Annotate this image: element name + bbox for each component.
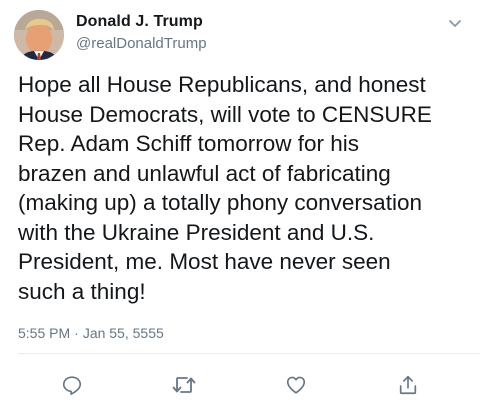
tweet-card: Donald J. Trump @realDonaldTrump Hope al…: [0, 0, 480, 410]
profile-photo-icon: [14, 10, 64, 60]
retweet-button[interactable]: [171, 372, 197, 398]
author-handle[interactable]: @realDonaldTrump: [76, 36, 207, 51]
tweet-actions: [0, 372, 480, 398]
timestamp-separator: ·: [74, 325, 79, 341]
share-icon: [399, 375, 417, 395]
author-display-name[interactable]: Donald J. Trump: [76, 14, 207, 30]
tweet-time: 5:55 PM: [18, 325, 71, 341]
reply-icon: [62, 376, 82, 395]
avatar[interactable]: [14, 10, 64, 60]
heart-icon: [286, 376, 306, 394]
share-button[interactable]: [395, 372, 421, 398]
divider: [18, 353, 480, 354]
retweet-icon: [172, 377, 196, 393]
chevron-down-icon: [449, 20, 461, 27]
author-block: Donald J. Trump @realDonaldTrump: [76, 14, 207, 52]
tweet-menu-button[interactable]: [446, 14, 464, 32]
tweet-date: Jan 55, 5555: [82, 325, 164, 341]
tweet-text: Hope all House Republicans, and honest H…: [18, 72, 432, 304]
reply-button[interactable]: [59, 372, 85, 398]
tweet-timestamp[interactable]: 5:55 PM · Jan 55, 5555: [18, 325, 164, 341]
like-button[interactable]: [283, 372, 309, 398]
